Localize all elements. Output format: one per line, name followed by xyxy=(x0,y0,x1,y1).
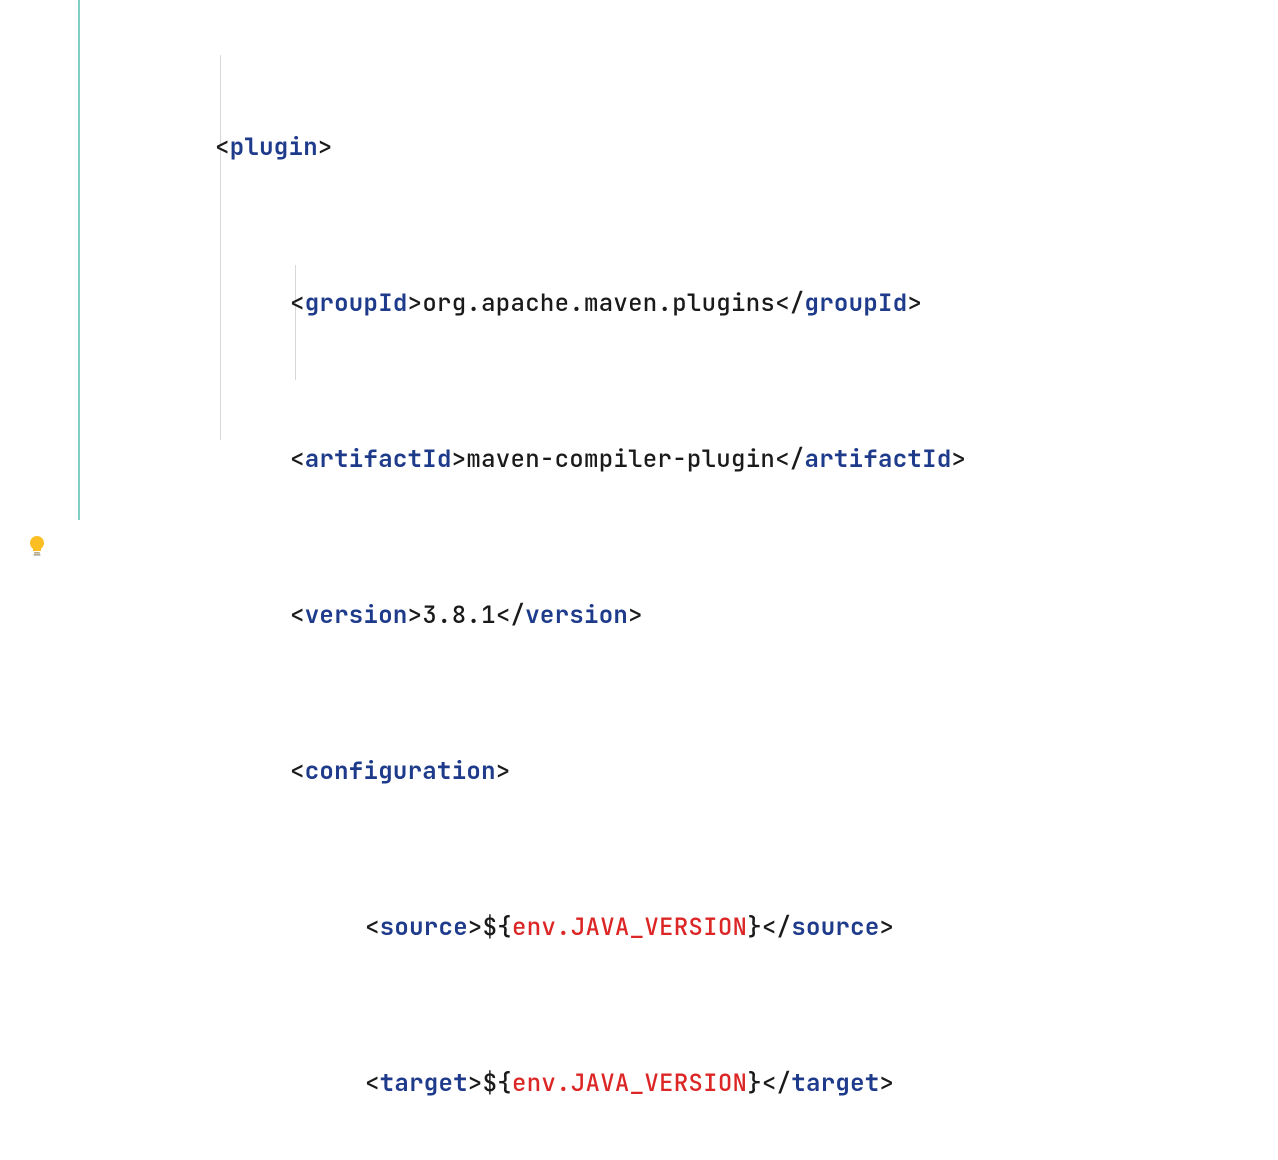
lightbulb-icon[interactable] xyxy=(25,534,49,558)
code-line: <groupId>org.apache.maven.plugins</group… xyxy=(60,278,1278,330)
editor-gutter xyxy=(0,0,60,580)
code-content: <plugin> <groupId>org.apache.maven.plugi… xyxy=(60,18,1278,1160)
code-line: <plugin> xyxy=(60,122,1278,174)
code-line: <target>${env.JAVA_VERSION}</target> xyxy=(60,1058,1278,1110)
code-editor[interactable]: <plugin> <groupId>org.apache.maven.plugi… xyxy=(0,0,1278,580)
code-line: <configuration> xyxy=(60,746,1278,798)
code-area[interactable]: <plugin> <groupId>org.apache.maven.plugi… xyxy=(60,0,1278,580)
code-line: <artifactId>maven-compiler-plugin</artif… xyxy=(60,434,1278,486)
code-line: <version>3.8.1</version> xyxy=(60,590,1278,642)
code-line: <source>${env.JAVA_VERSION}</source> xyxy=(60,902,1278,954)
